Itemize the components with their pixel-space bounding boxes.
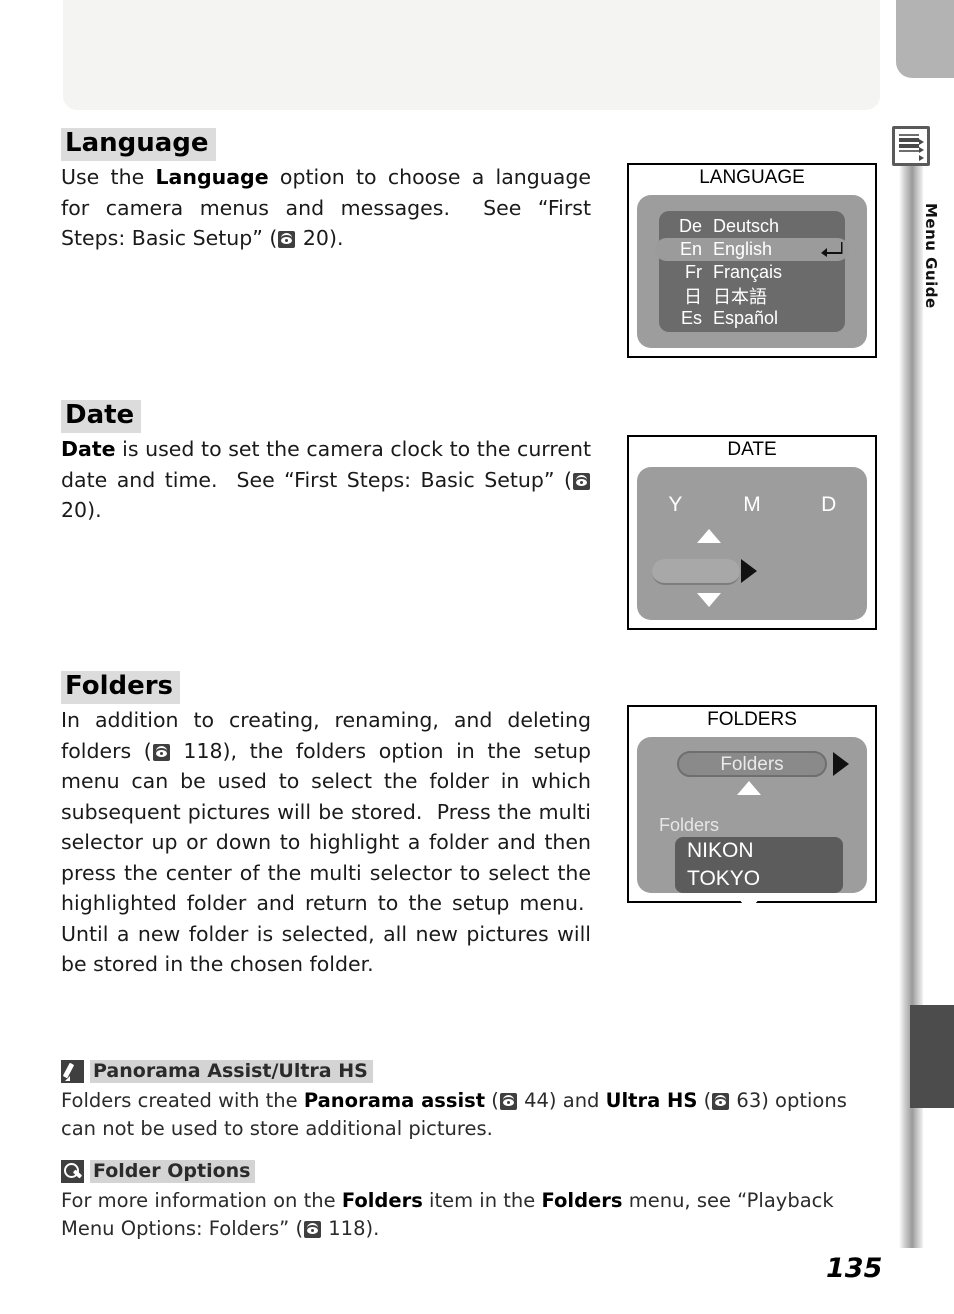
language-option-row[interactable]: 日 日本語 — [659, 284, 845, 307]
language-name: Français — [713, 262, 783, 282]
language-code: Fr — [685, 262, 702, 282]
date-value-field[interactable] — [652, 559, 740, 585]
language-code: En — [679, 239, 702, 259]
language-option-row[interactable]: Fr Français — [659, 261, 845, 284]
magnifier-icon — [61, 1160, 84, 1183]
date-column-month: M — [743, 493, 761, 516]
language-code: Es — [680, 308, 702, 328]
note-title: Folder Options — [90, 1160, 256, 1183]
folders-list-label: Folders — [659, 815, 720, 835]
language-option-list[interactable]: De Deutsch En English Fr Français 日 日本語 … — [655, 211, 849, 332]
folder-item[interactable]: TOKYO — [687, 865, 843, 893]
folders-menu-pill[interactable]: Folders — [677, 751, 827, 777]
page-number: 135 — [826, 1253, 883, 1284]
language-name: Deutsch — [713, 216, 780, 236]
note-header: Panorama Assist/Ultra HS — [61, 1060, 883, 1083]
language-option-row-selected[interactable]: En English — [655, 238, 849, 261]
section-heading-language: Language — [61, 128, 216, 161]
folder-item[interactable]: NIKON — [687, 837, 843, 865]
folders-list-box[interactable]: NIKON TOKYO — [675, 837, 843, 893]
section-body-language: Use the Language option to choose a lang… — [61, 165, 591, 250]
date-column-headers: Y M D — [637, 493, 867, 517]
lcd-body-date: Y M D — [637, 467, 867, 620]
lcd-body-language: De Deutsch En English Fr Français 日 日本語 … — [637, 195, 867, 348]
triangle-down-icon[interactable] — [737, 897, 761, 911]
date-column-day: D — [821, 493, 837, 516]
page-content: Language Use the Language option to choo… — [0, 0, 954, 1314]
pencil-icon — [61, 1060, 84, 1083]
triangle-right-icon[interactable] — [741, 559, 757, 583]
section-body-date: Date is used to set the camera clock to … — [61, 437, 591, 522]
language-name: 日本語 — [713, 286, 767, 307]
language-option-row[interactable]: De Deutsch — [659, 215, 845, 238]
lcd-title-date: DATE — [727, 439, 777, 460]
lcd-screen-folders: FOLDERS Folders Folders NIKON TOKYO — [627, 705, 877, 911]
language-code: 日 — [684, 286, 702, 307]
date-column-year: Y — [668, 493, 683, 516]
lcd-body-folders: Folders Folders NIKON TOKYO — [637, 737, 867, 911]
lcd-title-folders: FOLDERS — [707, 709, 797, 730]
note-body: For more information on the Folders item… — [61, 1189, 834, 1240]
language-name: Español — [713, 308, 779, 328]
language-code: De — [678, 216, 702, 236]
section-heading-date: Date — [61, 400, 142, 433]
lcd-title-language: LANGUAGE — [699, 167, 805, 188]
lcd-screen-language: LANGUAGE De Deutsch En English Fr França… — [627, 163, 877, 358]
note-title: Panorama Assist/Ultra HS — [90, 1060, 373, 1083]
triangle-right-icon[interactable] — [833, 752, 849, 776]
note-header: Folder Options — [61, 1160, 883, 1183]
triangle-up-icon[interactable] — [737, 781, 761, 795]
language-option-row[interactable]: Es Español — [659, 307, 845, 330]
enter-return-icon — [821, 242, 843, 257]
triangle-down-icon[interactable] — [697, 593, 721, 607]
section-body-folders: In addition to creating, renaming, and d… — [61, 708, 591, 976]
triangle-up-icon[interactable] — [697, 529, 721, 543]
section-heading-folders: Folders — [61, 671, 181, 704]
lcd-screen-date: DATE Y M D — [627, 435, 877, 630]
note-panorama-assist-ultra-hs: Panorama Assist/Ultra HS Folders created… — [61, 1060, 883, 1143]
note-folder-options: Folder Options For more information on t… — [61, 1160, 883, 1243]
note-body: Folders created with the Panorama assist… — [61, 1089, 847, 1140]
